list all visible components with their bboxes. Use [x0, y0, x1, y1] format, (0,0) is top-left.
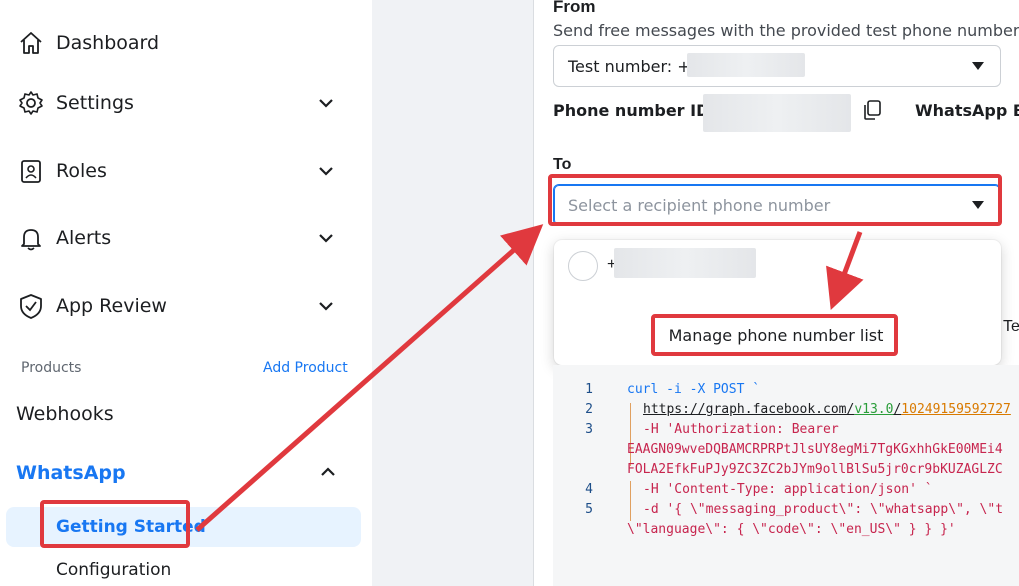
line-number: 2: [585, 402, 593, 417]
chevron-down-icon: [316, 161, 336, 181]
sidebar: Dashboard Settings Roles Alerts App Revi…: [0, 0, 372, 586]
sidebar-item-label: WhatsApp: [16, 462, 126, 484]
sidebar-item-webhooks[interactable]: Webhooks: [16, 403, 114, 425]
from-heading: From: [553, 0, 596, 16]
sidebar-item-roles[interactable]: Roles: [16, 151, 336, 191]
from-select-value: Test number: +: [568, 56, 691, 76]
bell-icon: [16, 223, 46, 253]
to-heading: To: [553, 156, 572, 173]
sidebar-item-getting-started[interactable]: Getting Started: [56, 517, 206, 537]
copy-icon[interactable]: [860, 98, 884, 122]
products-section-label: Products: [21, 360, 82, 376]
sidebar-item-configuration[interactable]: Configuration: [56, 560, 171, 580]
from-description: Send free messages with the provided tes…: [553, 21, 1019, 40]
code-line-url[interactable]: https://graph.facebook.com/v13.0/1024915…: [643, 402, 1011, 417]
code-line: -H 'Content-Type: application/json' `: [643, 482, 933, 497]
sidebar-item-app-review[interactable]: App Review: [16, 286, 336, 326]
id-badge-icon: [16, 156, 46, 186]
gear-icon: [16, 88, 46, 118]
code-line: \"language\": { \"code\": \"en_US\" } } …: [627, 522, 956, 537]
code-line: FOLA2EfkFuPJy9ZC3ZC2bJYm9ollBlSu5jr0cr9b…: [627, 462, 1003, 477]
sidebar-item-label: Dashboard: [56, 32, 160, 54]
sidebar-item-whatsapp[interactable]: WhatsApp: [16, 462, 336, 488]
shield-check-icon: [16, 291, 46, 321]
code-line: -d '{ \"messaging_product\": \"whatsapp\…: [643, 502, 1004, 517]
home-icon: [16, 28, 46, 58]
redacted-phone-id: [703, 94, 851, 132]
add-product-link[interactable]: Add Product: [263, 360, 348, 376]
recipient-select-placeholder: Select a recipient phone number: [568, 195, 831, 215]
sidebar-item-label: Alerts: [56, 227, 112, 249]
line-number: 5: [585, 502, 593, 517]
code-line: -H 'Authorization: Bearer: [643, 422, 839, 437]
sidebar-item-label: App Review: [56, 295, 167, 317]
recipient-option-radio[interactable]: [568, 251, 598, 281]
redacted-recipient-number: [614, 248, 756, 278]
sidebar-item-dashboard[interactable]: Dashboard: [16, 23, 336, 63]
caret-down-icon: [972, 201, 984, 209]
partial-tab-label[interactable]: Te: [1003, 318, 1019, 336]
chevron-down-icon: [316, 93, 336, 113]
sidebar-item-alerts[interactable]: Alerts: [16, 218, 336, 258]
caret-down-icon: [972, 62, 984, 70]
line-number: 1: [585, 382, 593, 397]
line-number: 4: [585, 482, 593, 497]
indent-guide: [630, 481, 631, 521]
sidebar-item-settings[interactable]: Settings: [16, 83, 336, 123]
sidebar-item-label: Settings: [56, 92, 134, 114]
sidebar-item-label: Roles: [56, 160, 107, 182]
code-line: EAAGN09wveDQBAMCRPRPtJlsUY8egMi7TgKGxhhG…: [627, 442, 1003, 457]
chevron-down-icon: [316, 228, 336, 248]
manage-phone-list-button[interactable]: Manage phone number list: [656, 318, 896, 352]
code-line: curl -i -X POST `: [627, 382, 761, 397]
redacted-phone: [687, 53, 805, 77]
chevron-up-icon: [320, 464, 336, 482]
line-number: 3: [585, 422, 593, 437]
recipient-phone-select[interactable]: Select a recipient phone number: [553, 184, 1001, 226]
whatsapp-business-label: WhatsApp Bu: [915, 101, 1019, 120]
chevron-down-icon: [316, 296, 336, 316]
